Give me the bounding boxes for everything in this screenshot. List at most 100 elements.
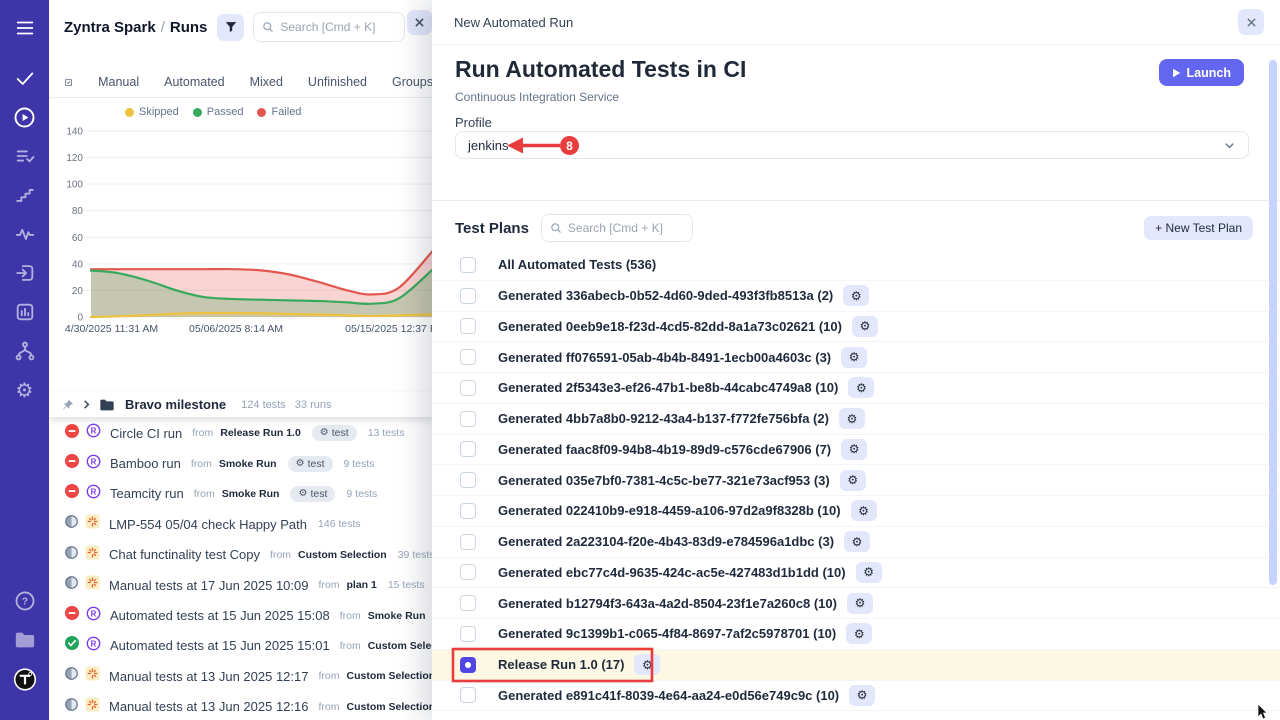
- test-plan-row[interactable]: Generated 336abecb-0b52-4d60-9ded-493f3f…: [432, 281, 1280, 312]
- test-plan-checkbox[interactable]: [460, 503, 476, 519]
- test-plan-row[interactable]: Generated 4bb7a8b0-9212-43a4-b137-f772fe…: [432, 404, 1280, 435]
- test-plan-checkbox[interactable]: [460, 595, 476, 611]
- run-name[interactable]: Chat functinality test Copy: [109, 547, 260, 562]
- test-plan-label[interactable]: Generated 035e7bf0-7381-4c5c-be77-321e73…: [498, 473, 830, 488]
- milestone-row[interactable]: Bravo milestone 124 tests 33 runs: [49, 392, 433, 417]
- runs-play-icon[interactable]: [13, 105, 37, 129]
- test-plan-checkbox[interactable]: [460, 257, 476, 273]
- app-logo[interactable]: [13, 667, 37, 691]
- run-from-target[interactable]: Custom Selection: [298, 549, 387, 561]
- test-plan-label[interactable]: Generated 4bb7a8b0-9212-43a4-b137-f772fe…: [498, 411, 829, 426]
- tab-unfinished[interactable]: Unfinished: [308, 75, 367, 89]
- analytics-icon[interactable]: [13, 300, 37, 324]
- milestone-name[interactable]: Bravo milestone: [125, 397, 226, 412]
- test-plans-search-input[interactable]: [568, 221, 678, 235]
- run-from-target[interactable]: Custom Selection: [368, 640, 433, 652]
- legend-item-passed[interactable]: Passed: [193, 106, 244, 118]
- test-plan-label[interactable]: Release Run 1.0 (17): [498, 657, 624, 672]
- test-plan-settings-button[interactable]: ⚙: [839, 408, 865, 429]
- test-plan-label[interactable]: Generated 2a223104-f20e-4b43-83d9-e78459…: [498, 534, 834, 549]
- test-plan-row[interactable]: Generated 035e7bf0-7381-4c5c-be77-321e73…: [432, 465, 1280, 496]
- help-icon[interactable]: ?: [13, 589, 37, 613]
- run-from-target[interactable]: Release Run 1.0: [220, 427, 301, 439]
- launch-button[interactable]: Launch: [1159, 59, 1244, 86]
- test-plan-label[interactable]: Generated 022410b9-e918-4459-a106-97d2a9…: [498, 503, 841, 518]
- test-plan-label[interactable]: Generated 0eeb9e18-f23d-4cd5-82dd-8a1a73…: [498, 319, 842, 334]
- import-icon[interactable]: [13, 261, 37, 285]
- panel-close-button[interactable]: [407, 10, 432, 35]
- test-plan-row[interactable]: Generated 022410b9-e918-4459-a106-97d2a9…: [432, 496, 1280, 527]
- test-plans-search[interactable]: [541, 214, 693, 242]
- test-plan-checkbox[interactable]: [460, 349, 476, 365]
- test-plan-row[interactable]: Generated b12794f3-643a-4a2d-8504-23f1e7…: [432, 588, 1280, 619]
- run-list-item[interactable]: R Circle CI run from Release Run 1.0 ⚙te…: [49, 418, 433, 448]
- run-name[interactable]: Bamboo run: [110, 456, 181, 471]
- test-plan-checkbox[interactable]: [460, 318, 476, 334]
- test-list-icon[interactable]: [13, 144, 37, 168]
- test-plan-label[interactable]: Generated b12794f3-643a-4a2d-8504-23f1e7…: [498, 596, 837, 611]
- test-plan-row[interactable]: Generated ff076591-05ab-4b4b-8491-1ecb00…: [432, 342, 1280, 373]
- run-name[interactable]: Circle CI run: [110, 426, 182, 441]
- runs-search-input[interactable]: [280, 20, 390, 34]
- test-plan-checkbox[interactable]: [460, 687, 476, 703]
- settings-gear-icon[interactable]: ⚙: [13, 378, 37, 402]
- test-plan-settings-button[interactable]: ⚙: [841, 347, 867, 368]
- test-plan-checkbox[interactable]: [460, 288, 476, 304]
- test-plan-label[interactable]: Generated e891c41f-8039-4e64-aa24-e0d56e…: [498, 688, 839, 703]
- test-plan-settings-button[interactable]: ⚙: [840, 470, 866, 491]
- run-list-item[interactable]: Manual tests at 13 Jun 2025 12:16 from C…: [49, 692, 433, 720]
- menu-icon[interactable]: [13, 16, 37, 40]
- run-name[interactable]: Manual tests at 17 Jun 2025 10:09: [109, 578, 308, 593]
- tasks-check-icon[interactable]: [13, 66, 37, 90]
- test-plan-label[interactable]: All Automated Tests (536): [498, 257, 656, 272]
- tab-manual[interactable]: Manual: [98, 75, 139, 89]
- run-tag-badge[interactable]: ⚙test: [312, 425, 357, 441]
- test-plan-settings-button[interactable]: ⚙: [848, 377, 874, 398]
- pulse-icon[interactable]: [13, 222, 37, 246]
- test-plan-settings-button[interactable]: ⚙: [847, 593, 873, 614]
- test-plan-settings-button[interactable]: ⚙: [843, 285, 869, 306]
- test-plan-settings-button[interactable]: ⚙: [634, 654, 660, 675]
- test-plan-row[interactable]: Generated 2a223104-f20e-4b43-83d9-e78459…: [432, 527, 1280, 558]
- branch-icon[interactable]: [13, 339, 37, 363]
- legend-item-failed[interactable]: Failed: [257, 106, 301, 118]
- test-plan-row[interactable]: Generated 2f5343e3-ef26-47b1-be8b-44cabc…: [432, 373, 1280, 404]
- test-plan-settings-button[interactable]: ⚙: [852, 316, 878, 337]
- test-plan-row[interactable]: Generated 9c1399b1-c065-4f84-8697-7af2c5…: [432, 619, 1280, 650]
- test-plan-settings-button[interactable]: ⚙: [856, 562, 882, 583]
- run-list-item[interactable]: R Automated tests at 15 Jun 2025 15:08 f…: [49, 600, 433, 630]
- test-plan-settings-button[interactable]: ⚙: [849, 685, 875, 706]
- steps-icon[interactable]: [13, 183, 37, 207]
- test-plan-checkbox[interactable]: [460, 626, 476, 642]
- select-runs-icon[interactable]: [64, 74, 73, 91]
- test-plan-checkbox[interactable]: [460, 564, 476, 580]
- test-plan-label[interactable]: Generated ff076591-05ab-4b4b-8491-1ecb00…: [498, 350, 831, 365]
- tab-automated[interactable]: Automated: [164, 75, 224, 89]
- run-name[interactable]: LMP-554 05/04 check Happy Path: [109, 517, 307, 532]
- test-plan-checkbox[interactable]: [460, 657, 476, 673]
- test-plan-row[interactable]: Generated ebc77c4d-9635-424c-ac5e-427483…: [432, 558, 1280, 589]
- test-plan-checkbox[interactable]: [460, 472, 476, 488]
- run-from-target[interactable]: Smoke Run: [368, 610, 426, 622]
- run-list-item[interactable]: R Teamcity run from Smoke Run ⚙test 9 te…: [49, 479, 433, 509]
- profile-select[interactable]: jenkins: [455, 131, 1249, 159]
- run-from-target[interactable]: Smoke Run: [219, 458, 277, 470]
- run-name[interactable]: Manual tests at 13 Jun 2025 12:16: [109, 699, 308, 714]
- test-plan-settings-button[interactable]: ⚙: [841, 439, 867, 460]
- run-name[interactable]: Automated tests at 15 Jun 2025 15:08: [110, 608, 330, 623]
- test-plan-checkbox[interactable]: [460, 411, 476, 427]
- test-plan-label[interactable]: Generated ebc77c4d-9635-424c-ac5e-427483…: [498, 565, 846, 580]
- projects-folder-icon[interactable]: [13, 628, 37, 652]
- tab-mixed[interactable]: Mixed: [250, 75, 283, 89]
- run-list-item[interactable]: LMP-554 05/04 check Happy Path 146 tests: [49, 509, 433, 539]
- test-plan-row[interactable]: All Automated Tests (536): [432, 250, 1280, 281]
- test-plan-checkbox[interactable]: [460, 441, 476, 457]
- test-plan-checkbox[interactable]: [460, 534, 476, 550]
- run-from-target[interactable]: plan 1: [346, 579, 376, 591]
- test-plan-settings-button[interactable]: ⚙: [844, 531, 870, 552]
- test-plan-row[interactable]: Generated 0eeb9e18-f23d-4cd5-82dd-8a1a73…: [432, 312, 1280, 343]
- runs-search[interactable]: [253, 12, 405, 42]
- run-tag-badge[interactable]: ⚙test: [288, 456, 333, 472]
- legend-item-skipped[interactable]: Skipped: [125, 106, 179, 118]
- breadcrumb-page[interactable]: Runs: [170, 19, 208, 36]
